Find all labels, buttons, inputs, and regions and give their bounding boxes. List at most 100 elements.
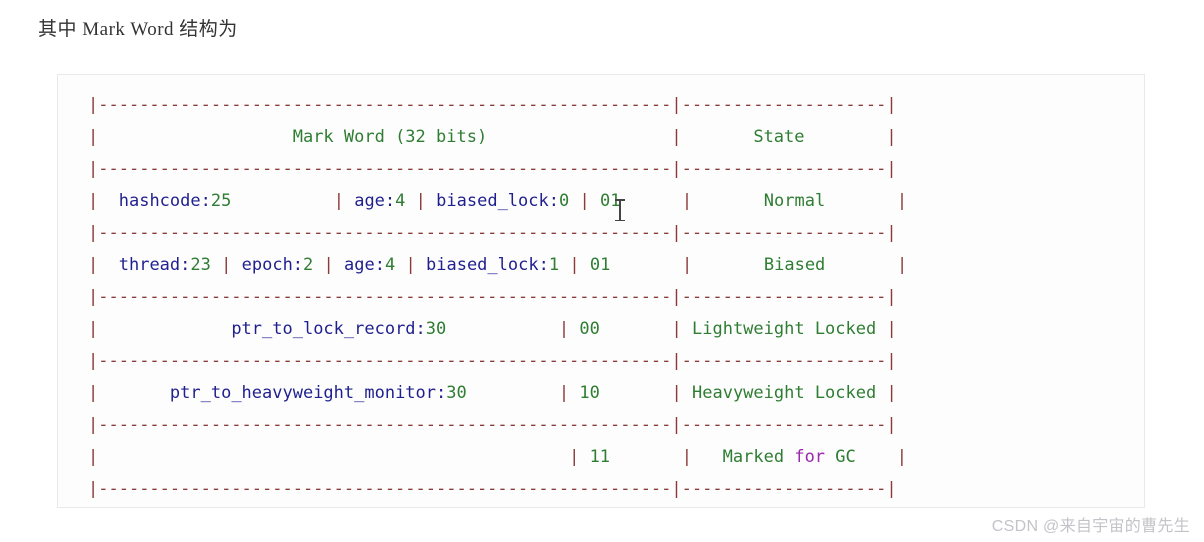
code-token: 2 — [303, 255, 314, 275]
code-token: Heavyweight Locked — [692, 383, 877, 403]
code-token: 11 — [589, 447, 611, 467]
code-line: |---------------------------------------… — [88, 473, 1144, 505]
code-token: | — [681, 191, 693, 211]
code-line: |---------------------------------------… — [88, 345, 1144, 377]
code-token: | — [415, 191, 426, 211]
code-token: biased_lock: — [426, 255, 549, 275]
code-token: | — [88, 383, 99, 403]
code-token: Normal — [763, 191, 826, 211]
code-token: | — [558, 383, 570, 403]
code-token: | — [671, 383, 682, 403]
code-token: -------------------- — [681, 95, 887, 115]
code-token: | — [88, 255, 99, 275]
code-token: 4 — [395, 191, 406, 211]
code-token: ----------------------------------------… — [98, 479, 672, 499]
code-token: | — [671, 159, 682, 179]
code-token: | — [88, 127, 99, 147]
code-token: | — [886, 383, 897, 403]
code-line: |---------------------------------------… — [88, 217, 1144, 249]
code-token: | — [88, 351, 99, 371]
code-token: -------------------- — [681, 287, 887, 307]
code-token: | — [569, 255, 580, 275]
code-token: 1 — [548, 255, 560, 275]
code-token: | — [896, 447, 907, 467]
code-token: 25 — [210, 191, 232, 211]
code-line: |---------------------------------------… — [88, 409, 1144, 441]
code-line: |---------------------------------------… — [88, 153, 1144, 185]
code-token: | — [886, 223, 897, 243]
code-token: age: — [354, 191, 396, 211]
code-token: | — [671, 287, 682, 307]
code-token: | — [886, 127, 897, 147]
code-token: -------------------- — [681, 223, 887, 243]
code-token: | — [671, 319, 682, 339]
code-token: | — [886, 351, 897, 371]
code-block[interactable]: |---------------------------------------… — [57, 74, 1145, 508]
code-token: | — [88, 191, 99, 211]
code-token: | — [886, 95, 897, 115]
code-token: biased_lock: — [436, 191, 559, 211]
code-token: | — [88, 287, 99, 307]
code-token: | — [558, 319, 570, 339]
code-token: | — [88, 159, 99, 179]
code-token: thread: — [118, 255, 191, 275]
code-token: | — [569, 447, 580, 467]
code-token: GC — [825, 447, 856, 467]
code-token: | — [896, 191, 908, 211]
code-line: | thread:23 | epoch:2 | age:4 | biased_l… — [88, 249, 1144, 281]
page-title: 其中 Mark Word 结构为 — [38, 19, 238, 40]
code-token: | — [88, 95, 99, 115]
code-token: | — [886, 479, 897, 499]
code-token: 10 — [579, 383, 600, 403]
code-token: 00 — [579, 319, 600, 339]
code-line: | hashcode:25 | age:4 | biased_lock:0 | … — [88, 185, 1144, 217]
code-line: | ptr_to_lock_record:30 | 00 | Lightweig… — [88, 313, 1144, 345]
code-token: State — [753, 127, 805, 147]
code-token: | — [333, 191, 344, 211]
code-token: | — [221, 255, 232, 275]
code-token: | — [88, 223, 99, 243]
code-token: | — [671, 223, 682, 243]
code-token: | — [671, 127, 682, 147]
code-content[interactable]: |---------------------------------------… — [58, 75, 1144, 505]
code-token: for — [794, 447, 826, 467]
code-token: | — [579, 191, 590, 211]
code-token: -------------------- — [681, 479, 887, 499]
code-token: 01 — [589, 255, 611, 275]
code-token: ----------------------------------------… — [98, 415, 672, 435]
code-token: 01 — [599, 191, 621, 211]
code-token: age: — [344, 255, 385, 275]
code-token: ptr_to_heavyweight_monitor: — [169, 383, 447, 403]
code-token: hashcode: — [118, 191, 211, 211]
code-token: | — [671, 415, 682, 435]
code-token: | — [886, 415, 897, 435]
code-token: | — [671, 351, 682, 371]
code-line: | ptr_to_heavyweight_monitor:30 | 10 | H… — [88, 377, 1144, 409]
